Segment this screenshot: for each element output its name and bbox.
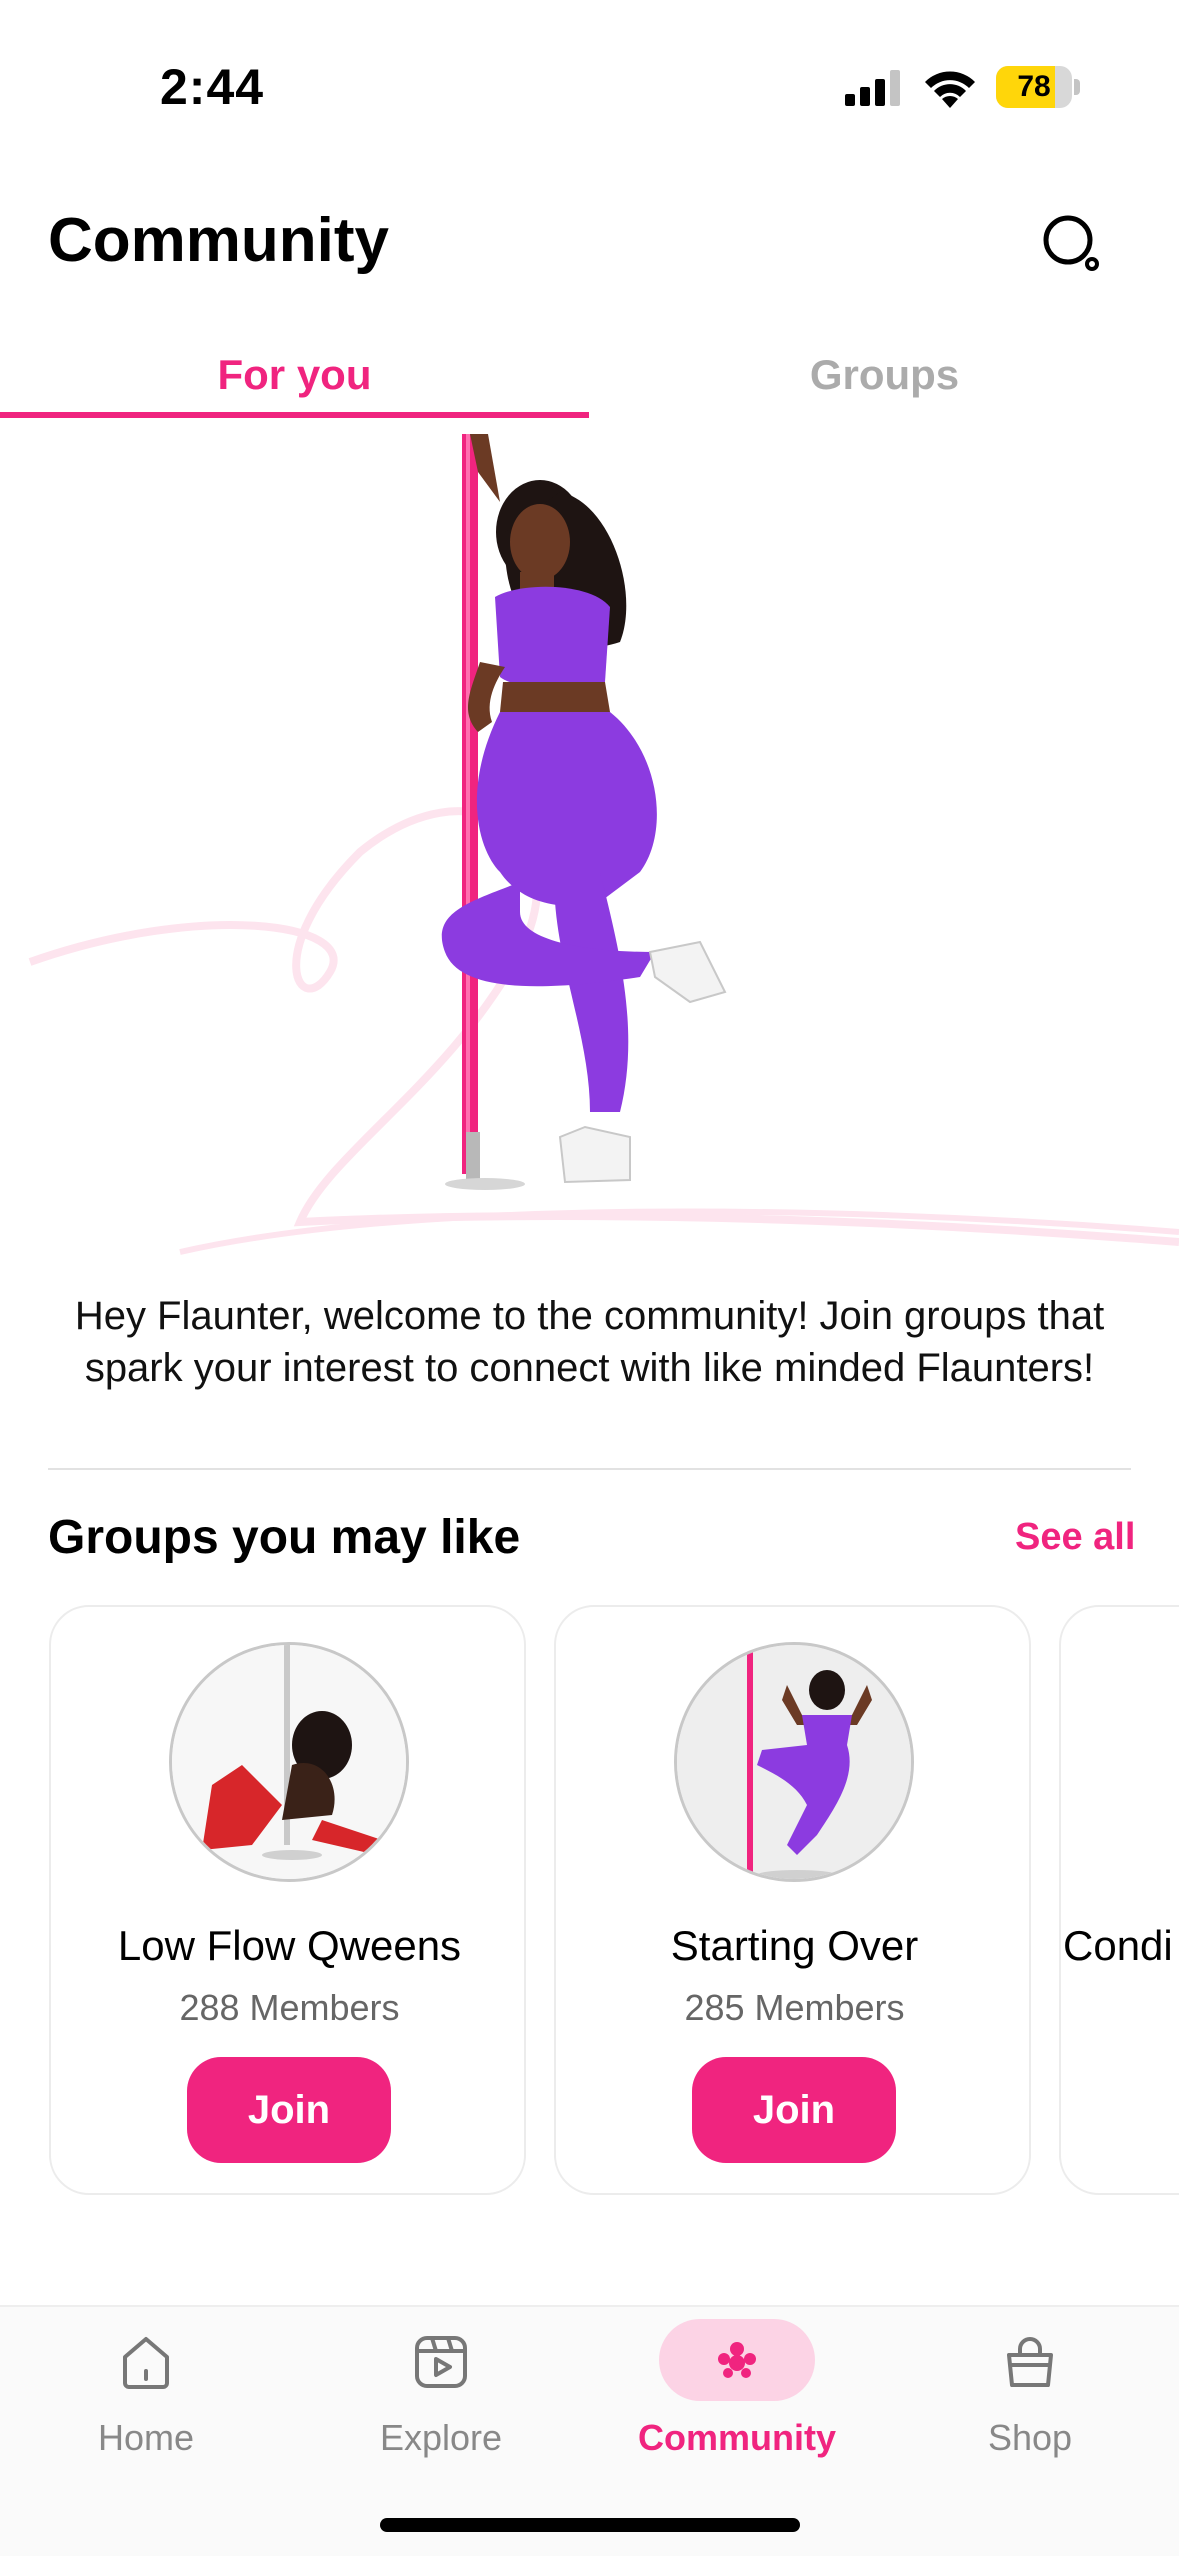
nav-community[interactable]: Community (607, 2307, 867, 2487)
group-name: Low Flow Qweens (117, 1922, 462, 1969)
group-member-count: 288 Members (179, 1987, 400, 2028)
tab-for-you[interactable]: For you (0, 340, 589, 420)
hero-illustration (28, 434, 1179, 1255)
wifi-icon (925, 71, 975, 108)
group-avatar (169, 1642, 409, 1882)
page-title: Community (48, 206, 389, 275)
group-card[interactable]: Starting Over 285 Members Join (554, 1605, 1031, 2195)
group-member-count: 285 Members (684, 1987, 905, 2028)
search-button[interactable] (1038, 210, 1108, 280)
welcome-message: Hey Flaunter, welcome to the community! … (74, 1294, 1105, 1390)
status-time: 2:44 (160, 59, 265, 115)
explore-icon (415, 2336, 467, 2388)
group-name: Starting Over (670, 1922, 919, 1969)
see-all-link[interactable]: See all (1015, 1516, 1135, 1559)
home-icon (123, 2337, 169, 2389)
join-button[interactable]: Join (187, 2057, 391, 2163)
group-name: Condi (1063, 1922, 1173, 1969)
tab-groups[interactable]: Groups (590, 340, 1179, 420)
community-icon (718, 2342, 756, 2378)
nav-shop[interactable]: Shop (900, 2307, 1160, 2487)
nav-home[interactable]: Home (16, 2307, 276, 2487)
group-card[interactable]: Condi (1059, 1605, 1179, 2195)
tab-bar: For you Groups (0, 340, 1179, 420)
battery-level: 78 (1017, 70, 1051, 103)
status-bar: 2:44 78 (0, 0, 1179, 150)
active-tab-indicator (0, 412, 589, 418)
join-button[interactable]: Join (692, 2057, 896, 2163)
group-cards-carousel[interactable]: Low Flow Qweens 288 Members Join Startin… (0, 1605, 1179, 2200)
cellular-signal-icon (845, 70, 900, 106)
shop-icon (1007, 2337, 1053, 2387)
nav-label: Community (638, 2417, 836, 2458)
pole-dancer-figure (441, 434, 727, 1184)
battery-icon: 78 (996, 66, 1080, 108)
nav-explore[interactable]: Explore (311, 2307, 571, 2487)
section-title: Groups you may like (48, 1511, 521, 1564)
group-card[interactable]: Low Flow Qweens 288 Members Join (49, 1605, 526, 2195)
nav-label: Home (97, 2417, 195, 2458)
divider (48, 1468, 1131, 1470)
nav-label: Shop (987, 2417, 1073, 2458)
search-icon (1043, 215, 1099, 271)
group-avatar (674, 1642, 914, 1882)
nav-label: Explore (379, 2417, 503, 2458)
home-indicator (380, 2518, 800, 2532)
